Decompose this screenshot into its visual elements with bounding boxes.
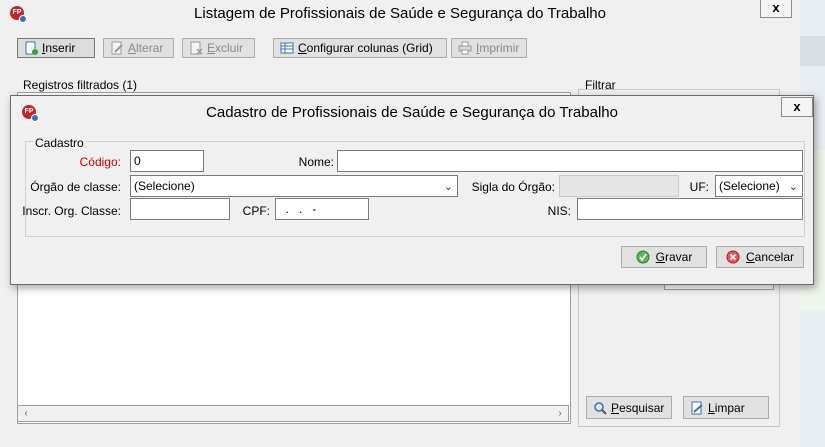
desktop-band [800,36,825,66]
main-titlebar: FP Listagem de Profissionais de Saúde e … [0,0,800,28]
eraser-icon [690,401,704,415]
main-window-title: Listagem de Profissionais de Saúde e Seg… [194,5,606,22]
inscr-org-classe-label: Inscr. Org. Classe: [22,204,121,218]
pesquisar-label: Pesquisar [611,400,665,415]
magnifier-icon [593,401,607,415]
excluir-label: Excluir [207,41,244,55]
check-icon [636,250,650,264]
nome-input[interactable] [337,150,803,172]
scroll-left-icon[interactable]: ‹ [18,406,34,421]
configurar-colunas-button[interactable]: Configurar colunas (Grid) [273,38,447,58]
gravar-button[interactable]: Gravar [621,246,707,268]
sigla-orgao-input[interactable] [559,175,679,197]
main-close-button[interactable]: x [760,0,792,18]
configurar-colunas-label: Configurar colunas (Grid) [298,41,433,55]
dialog-title: Cadastro de Profissionais de Saúde e Seg… [206,104,618,121]
cpf-label: CPF: [242,204,270,218]
nis-label: NIS: [547,204,571,218]
uf-value: (Selecione) [719,179,780,193]
imprimir-button[interactable]: Imprimir [451,38,527,58]
orgao-classe-select[interactable]: (Selecione) ⌄ [130,175,458,197]
limpar-label: Limpar [708,400,745,415]
excluir-button[interactable]: Excluir [182,38,255,58]
cancelar-button[interactable]: Cancelar [716,246,804,268]
alterar-label: Alterar [128,41,164,55]
chevron-down-icon: ⌄ [788,181,798,193]
cadastro-dialog: FP Cadastro de Profissionais de Saúde e … [10,95,814,285]
nome-label: Nome: [298,155,334,169]
orgao-classe-value: (Selecione) [134,179,195,193]
delete-document-icon [189,41,203,55]
uf-select[interactable]: (Selecione) ⌄ [715,175,803,197]
sigla-orgao-label: Sigla do Órgão: [471,180,555,194]
pesquisar-button[interactable]: Pesquisar [586,396,672,419]
printer-icon [458,41,472,55]
new-document-icon [24,41,38,55]
cadastro-group-label: Cadastro [33,136,86,150]
records-count-label: Registros filtrados (1) [23,78,138,92]
nis-input[interactable] [577,198,803,220]
limpar-button[interactable]: Limpar [683,396,769,419]
inserir-button[interactable]: Inserir [17,38,95,58]
uf-label: UF: [689,180,709,194]
cpf-input[interactable]: . . - [275,198,369,220]
alterar-button[interactable]: Alterar [103,38,174,58]
codigo-input[interactable]: 0 [130,150,204,172]
dialog-close-button[interactable]: x [781,97,813,117]
grid-horizontal-scrollbar[interactable]: ‹ › [17,405,569,422]
scroll-right-icon[interactable]: › [552,406,568,421]
imprimir-label: Imprimir [476,41,520,55]
orgao-classe-label: Órgão de classe: [30,180,121,194]
cancel-icon [726,250,740,264]
codigo-label: Código: [79,155,121,169]
chevron-down-icon: ⌄ [443,181,453,193]
gravar-label: Gravar [655,250,693,264]
cancelar-label: Cancelar [745,250,795,264]
inscr-org-classe-input[interactable] [130,198,230,220]
inserir-label: Inserir [42,41,76,55]
edit-document-icon [110,41,124,55]
grid-icon [280,41,294,55]
